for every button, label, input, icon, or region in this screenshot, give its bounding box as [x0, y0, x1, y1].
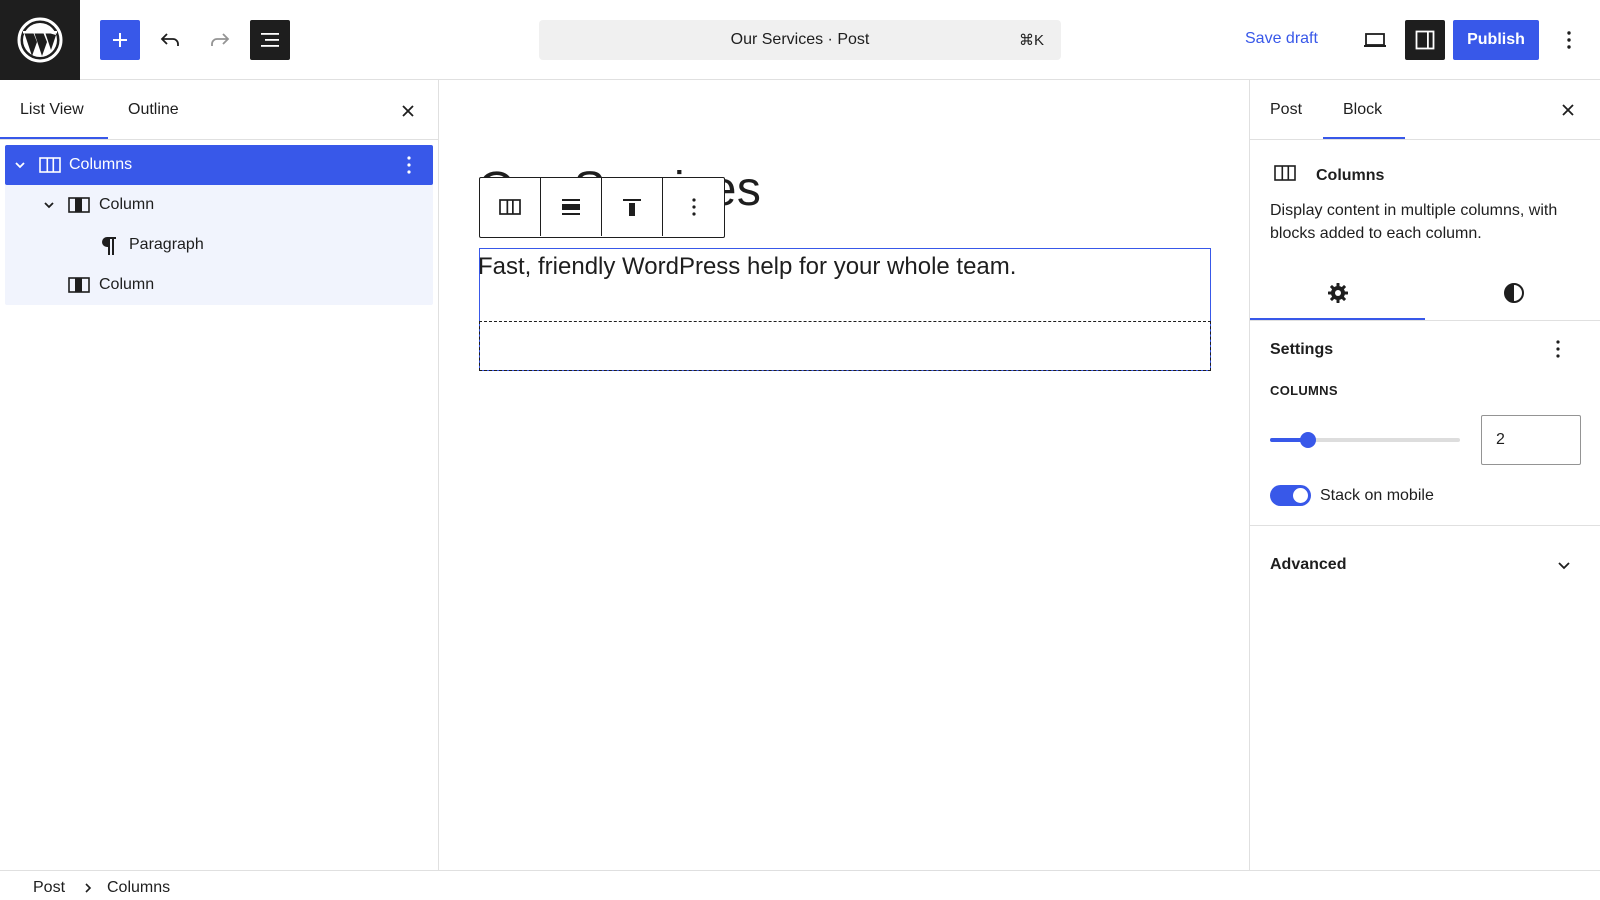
- editor-canvas: Our Services: [440, 80, 1249, 870]
- active-tab-indicator: [0, 137, 108, 139]
- chevron-down-icon[interactable]: [1556, 557, 1572, 578]
- paragraph-block[interactable]: Fast, friendly WordPress help for your w…: [478, 253, 1016, 281]
- tree-item-label: Column: [99, 196, 155, 213]
- add-block-button[interactable]: [100, 20, 140, 60]
- breadcrumb-item-post[interactable]: Post: [33, 879, 65, 897]
- align-top-icon: [623, 199, 641, 216]
- tree-item-label: Columns: [69, 156, 133, 173]
- list-view-panel: List View Outline Columns Column Paragra…: [0, 80, 439, 870]
- contrast-icon: [1503, 283, 1524, 303]
- tab-block[interactable]: Block: [1343, 101, 1382, 119]
- vertical-align-button[interactable]: [602, 178, 663, 236]
- plus-icon: [113, 33, 127, 47]
- more-vertical-icon[interactable]: [397, 153, 421, 177]
- more-vertical-icon[interactable]: [1546, 337, 1570, 361]
- column-icon: [67, 273, 91, 297]
- block-toolbar: [479, 177, 725, 238]
- laptop-icon: [1364, 33, 1386, 47]
- more-vertical-icon: [691, 198, 696, 216]
- stack-on-mobile-toggle[interactable]: [1270, 485, 1311, 506]
- list-overview-icon: [261, 33, 279, 47]
- sidebar-tabs: Post Block: [1250, 80, 1600, 140]
- slider-handle[interactable]: [1300, 432, 1316, 448]
- document-title: Our Services · Post: [730, 31, 870, 48]
- columns-block[interactable]: Fast, friendly WordPress help for your w…: [478, 248, 1211, 371]
- editor-header: Our Services · Post ⌘K Save draft Publis…: [0, 0, 1600, 80]
- paragraph-icon: [97, 233, 121, 257]
- columns-icon: [38, 153, 62, 177]
- columns-icon: [499, 199, 521, 215]
- settings-panel-title: Settings: [1270, 341, 1334, 358]
- chevron-down-icon[interactable]: [13, 158, 27, 172]
- stack-on-mobile-label: Stack on mobile: [1320, 487, 1434, 504]
- columns-label: COLUMNS: [1270, 383, 1338, 398]
- undo-icon: [160, 33, 179, 46]
- column-placeholder[interactable]: [478, 321, 1211, 371]
- tree-item-columns[interactable]: Columns: [5, 145, 433, 185]
- tree-item-label: Paragraph: [129, 236, 204, 253]
- columns-slider[interactable]: [1270, 432, 1460, 448]
- preview-button[interactable]: [1355, 20, 1395, 60]
- tree-item-column[interactable]: Column: [5, 185, 433, 225]
- divider: [1250, 525, 1600, 526]
- redo-icon: [211, 33, 230, 46]
- tab-outline[interactable]: Outline: [128, 101, 179, 119]
- column-icon: [67, 193, 91, 217]
- tab-post[interactable]: Post: [1270, 101, 1302, 119]
- keyboard-shortcut: ⌘K: [1018, 32, 1044, 49]
- close-icon: [1562, 104, 1574, 116]
- document-overview-button[interactable]: [250, 20, 290, 60]
- settings-sidebar: Post Block Columns Display content in mu…: [1249, 80, 1600, 870]
- tree-item-label: Column: [99, 276, 155, 293]
- chevron-right-icon: [82, 881, 94, 899]
- block-breadcrumb: Post Columns: [0, 870, 1600, 900]
- columns-number-input[interactable]: 2: [1481, 415, 1581, 465]
- block-card-title: Columns: [1316, 167, 1385, 184]
- sidebar-icon: [1415, 30, 1435, 50]
- options-button[interactable]: [1549, 20, 1589, 60]
- block-type-button[interactable]: [480, 178, 541, 236]
- close-sidebar-button[interactable]: [1556, 98, 1580, 122]
- tree-item-column[interactable]: Column: [5, 265, 433, 305]
- block-card-description: Display content in multiple columns, wit…: [1270, 202, 1558, 242]
- tab-styles[interactable]: [1426, 265, 1600, 321]
- settings-sidebar-toggle[interactable]: [1405, 20, 1445, 60]
- tab-list-view[interactable]: List View: [20, 101, 84, 119]
- align-button[interactable]: [541, 178, 602, 236]
- tab-settings[interactable]: [1250, 265, 1425, 321]
- command-palette-button[interactable]: Our Services · Post ⌘K: [539, 20, 1061, 60]
- chevron-down-icon[interactable]: [42, 198, 56, 212]
- redo-button[interactable]: [200, 20, 240, 60]
- toggle-knob: [1293, 488, 1308, 503]
- close-list-view-button[interactable]: [396, 99, 420, 123]
- wordpress-logo-icon[interactable]: [0, 0, 80, 80]
- save-draft-button[interactable]: Save draft: [1245, 30, 1318, 48]
- close-icon: [402, 105, 414, 117]
- gear-icon: [1327, 283, 1348, 303]
- active-tab-indicator: [1250, 318, 1425, 320]
- block-tree: Columns Column Paragraph Column: [5, 145, 433, 305]
- more-vertical-icon: [1567, 31, 1571, 49]
- undo-button[interactable]: [150, 20, 190, 60]
- block-options-button[interactable]: [663, 178, 724, 236]
- breadcrumb-item-columns[interactable]: Columns: [107, 879, 170, 897]
- active-tab-indicator: [1323, 137, 1405, 139]
- list-view-tabs: List View Outline: [0, 80, 438, 140]
- columns-icon: [1274, 164, 1296, 187]
- publish-button[interactable]: Publish: [1453, 20, 1539, 60]
- advanced-panel-toggle[interactable]: Advanced: [1270, 556, 1346, 574]
- align-wide-icon: [562, 199, 580, 215]
- inspector-tabs: [1250, 265, 1600, 321]
- tree-item-paragraph[interactable]: Paragraph: [5, 225, 433, 265]
